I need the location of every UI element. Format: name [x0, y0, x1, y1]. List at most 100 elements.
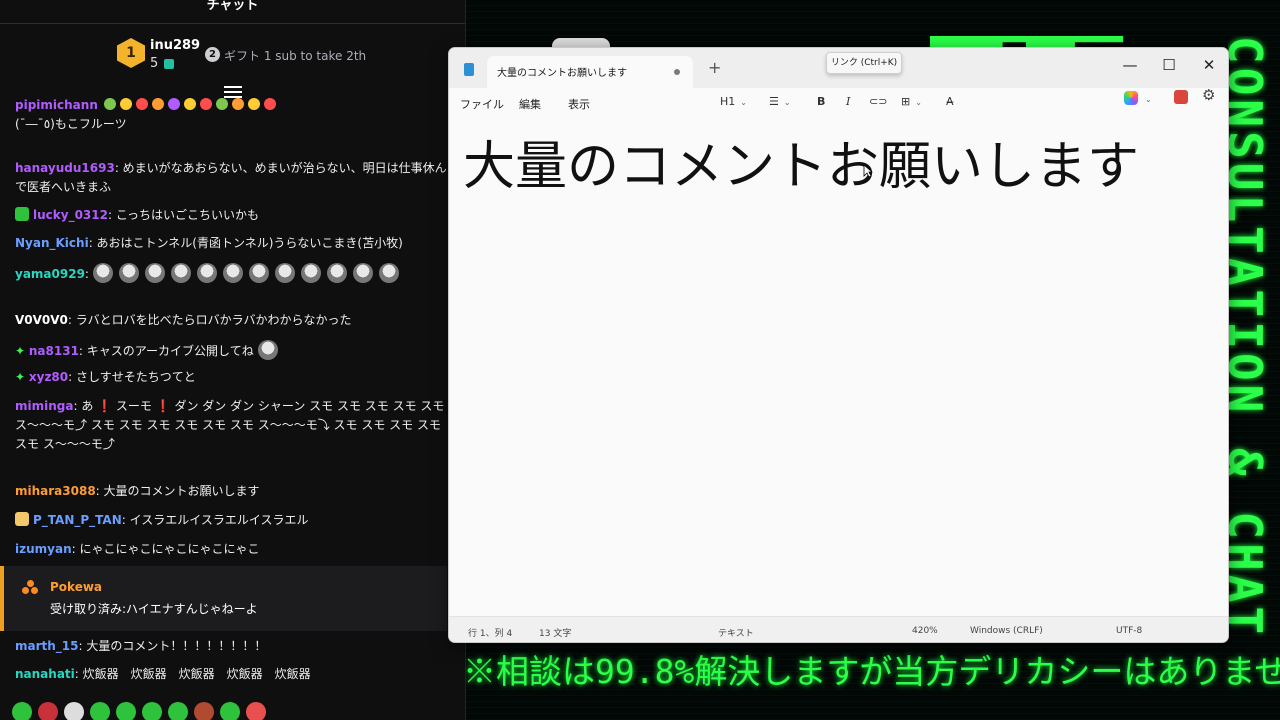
- chat-username[interactable]: pipimichann: [15, 98, 98, 112]
- tab-title: 大量のコメントお願いします: [497, 68, 627, 79]
- chat-message: Nyan_Kichi: あおはこトンネル(青函トンネル)うらないこまき(苫小牧): [15, 236, 403, 250]
- text-editor[interactable]: 大量のコメントお願いします: [449, 118, 1228, 616]
- chat-message: hanayudu1693: めまいがなあおらない、めまいが治らない、明日は仕事休…: [15, 161, 447, 194]
- unsaved-indicator-icon[interactable]: [674, 69, 680, 75]
- table-icon: ⊞: [901, 95, 911, 108]
- chat-message: V0V0V0: ラバとロバを比べたらロバかラバかわからなかった: [15, 313, 352, 327]
- encoding[interactable]: UTF-8: [1116, 626, 1142, 636]
- chat-username[interactable]: miminga: [15, 399, 73, 413]
- chat-text: 炊飯器 炊飯器 炊飯器 炊飯器 炊飯器: [82, 667, 311, 681]
- chat-username[interactable]: marth_15: [15, 639, 79, 653]
- chat-header: チャット: [0, 0, 465, 24]
- chat-text: ラバとロバを比べたらロバかラバかわからなかった: [75, 313, 352, 327]
- bottom-ticker: ※相談は99.8%解決しますが当方デリカシーはありません。: [463, 652, 1280, 691]
- clear-formatting-icon[interactable]: A̶: [946, 95, 954, 108]
- character-count: 13 文字: [539, 629, 572, 639]
- rank-badge: 1: [117, 38, 145, 68]
- menu-view[interactable]: 表示: [568, 96, 590, 112]
- heading-label: H1: [720, 95, 736, 108]
- profile-icon[interactable]: [1174, 90, 1188, 104]
- emote-row: [12, 702, 462, 720]
- chat-text: 大量のコメントお願いします: [103, 484, 260, 498]
- table-dropdown[interactable]: ⊞ ⌄: [901, 95, 922, 108]
- chat-username[interactable]: V0V0V0: [15, 313, 68, 327]
- chat-text: あおはこトンネル(青函トンネル)うらないこまき(苫小牧): [96, 236, 403, 250]
- menu-file[interactable]: ファイル: [460, 96, 504, 112]
- gift-icon: [164, 59, 174, 69]
- title-bar[interactable]: 大量のコメントお願いします + リンク (Ctrl+K) — ☐ ✕: [449, 48, 1228, 88]
- italic-button[interactable]: I: [846, 95, 850, 108]
- status-bar: 行 1、列 4 13 文字 テキスト 420% Windows (CRLF) U…: [449, 616, 1228, 642]
- redemption-text: 受け取り済み:ハイエナすんじゃねーよ: [50, 602, 258, 616]
- chat-message: marth_15: 大量のコメント！！！！！！！！: [15, 639, 267, 653]
- chevron-down-icon: ⌄: [783, 98, 791, 107]
- chat-message: mihara3088: 大量のコメントお願いします: [15, 484, 260, 498]
- heading-dropdown[interactable]: H1 ⌄: [720, 95, 747, 108]
- channel-point-redemption: Pokewa 受け取り済み:ハイエナすんじゃねーよ: [0, 566, 447, 631]
- chat-username[interactable]: nanahati: [15, 667, 75, 681]
- document-tab[interactable]: 大量のコメントお願いします: [487, 56, 693, 88]
- leader-name: inu289: [150, 38, 201, 53]
- chat-username[interactable]: Nyan_Kichi: [15, 236, 89, 250]
- chat-text: (¯―¯٥)もこフルーツ: [15, 117, 127, 131]
- leader-count: 5: [150, 56, 159, 71]
- chat-username[interactable]: yama0929: [15, 267, 85, 281]
- chat-username[interactable]: na8131: [29, 344, 79, 358]
- channel-points-icon: [22, 580, 38, 594]
- chat-text: こっちはいごこちいいかも: [115, 208, 260, 222]
- menu-edit[interactable]: 編集: [519, 96, 541, 112]
- list-icon: ☰: [769, 95, 779, 108]
- gift-rank-badge: 2: [205, 47, 220, 62]
- chat-username[interactable]: lucky_0312: [33, 208, 108, 222]
- line-ending[interactable]: Windows (CRLF): [970, 626, 1043, 636]
- notepad-window: 大量のコメントお願いします + リンク (Ctrl+K) — ☐ ✕ ファイル …: [448, 47, 1229, 643]
- chat-message: nanahati: 炊飯器 炊飯器 炊飯器 炊飯器 炊飯器: [15, 667, 311, 681]
- chat-message: P_TAN_P_TAN: イスラエルイスラエルイスラエル: [15, 511, 450, 530]
- chat-message: miminga: あ ❗ スーモ ❗ ダン ダン ダン シャーン スモ スモ ス…: [15, 399, 445, 451]
- chat-message-continuation: (¯―¯٥)もこフルーツ: [15, 115, 450, 134]
- sparkle-badge-icon: ✦: [15, 370, 29, 384]
- cursor-position: 行 1、列 4: [468, 629, 513, 639]
- bold-button[interactable]: B: [817, 95, 825, 108]
- chat-message: izumyan: にゃこにゃこにゃこにゃこにゃこ: [15, 542, 260, 556]
- chat-username[interactable]: mihara3088: [15, 484, 96, 498]
- text-format[interactable]: テキスト: [718, 626, 754, 639]
- vertical-banner: CONSULTATION & CHAT: [1228, 36, 1272, 639]
- redemption-user[interactable]: Pokewa: [50, 580, 102, 594]
- zoom-level[interactable]: 420%: [912, 626, 938, 636]
- chat-username[interactable]: xyz80: [29, 370, 68, 384]
- close-button[interactable]: ✕: [1189, 52, 1228, 78]
- maximize-button[interactable]: ☐: [1149, 52, 1189, 78]
- minimize-button[interactable]: —: [1110, 52, 1150, 78]
- chat-message: pipimichann: [15, 96, 450, 115]
- chevron-down-icon: ⌄: [740, 98, 747, 107]
- bread-badge-icon: [15, 512, 29, 526]
- sparkle-badge-icon: ✦: [15, 344, 29, 358]
- chat-text: さしすせそたちつてと: [75, 370, 196, 384]
- chat-username[interactable]: hanayudu1693: [15, 161, 115, 175]
- gift-leaderboard[interactable]: 1 inu289 5 2 ギフト 1 sub to take 2th: [0, 30, 465, 84]
- chat-text: にゃこにゃこにゃこにゃこにゃこ: [79, 542, 260, 556]
- chat-message: ✦ na8131: キャスのアーカイブ公開してね: [15, 340, 450, 361]
- chat-text: キャスのアーカイブ公開してね: [86, 344, 254, 358]
- chat-panel: チャット 1 inu289 5 2 ギフト 1 sub to take 2th …: [0, 0, 466, 720]
- chevron-down-icon: ⌄: [915, 98, 922, 107]
- link-icon[interactable]: ⊂⊃: [869, 95, 887, 108]
- settings-gear-icon[interactable]: ⚙: [1202, 86, 1215, 104]
- document-content[interactable]: 大量のコメントお願いします: [463, 124, 1139, 199]
- new-tab-plus-icon[interactable]: +: [708, 58, 721, 77]
- list-dropdown[interactable]: ☰ ⌄: [769, 95, 791, 108]
- copilot-icon[interactable]: [1124, 91, 1138, 105]
- chat-text: あ ❗ スーモ ❗ ダン ダン ダン シャーン スモ スモ スモ スモ スモ ス…: [15, 399, 445, 451]
- chat-username[interactable]: P_TAN_P_TAN: [33, 513, 122, 527]
- chat-message: ✦ xyz80: さしすせそたちつてと: [15, 370, 196, 384]
- chat-username[interactable]: izumyan: [15, 542, 72, 556]
- chat-text: 大量のコメント！！！！！！！！: [86, 639, 267, 653]
- chevron-down-icon[interactable]: ⌄: [1145, 95, 1152, 104]
- face-emotes: [92, 263, 405, 283]
- chat-message: yama0929:: [15, 263, 450, 284]
- subscriber-badge-icon: [15, 207, 29, 221]
- link-tooltip: リンク (Ctrl+K): [826, 52, 902, 74]
- toolbar: ファイル 編集 表示 H1 ⌄ ☰ ⌄ B I ⊂⊃ ⊞ ⌄ A̶: [449, 88, 1228, 118]
- fruit-emotes: [102, 98, 278, 112]
